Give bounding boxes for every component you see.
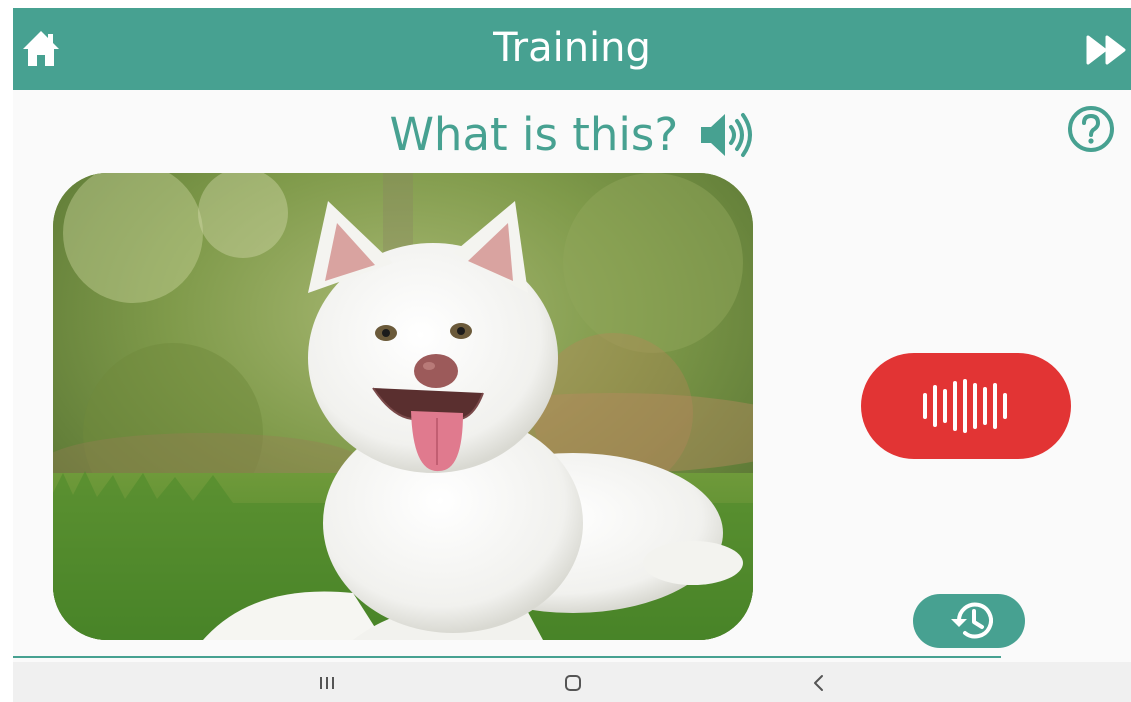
- record-button[interactable]: [861, 353, 1071, 459]
- system-nav-bar: [13, 662, 1131, 702]
- fast-forward-icon: [1086, 35, 1126, 65]
- recent-apps-button[interactable]: [312, 670, 342, 696]
- header-bar: Training: [13, 8, 1131, 90]
- question-image: [53, 173, 753, 640]
- help-circle-icon: [1068, 106, 1114, 152]
- history-icon: [951, 602, 993, 639]
- recent-apps-icon: [320, 677, 334, 689]
- question-row: What is this?: [13, 104, 1131, 161]
- help-button[interactable]: [1067, 105, 1115, 153]
- divider-line: [13, 656, 1001, 658]
- skip-button[interactable]: [1085, 34, 1127, 66]
- dog-photo: [53, 173, 753, 640]
- back-button[interactable]: [804, 670, 834, 696]
- speaker-icon: [700, 113, 752, 157]
- page-title: Training: [493, 25, 651, 71]
- nav-home-icon: [565, 675, 581, 691]
- app-screen: Training What is this?: [13, 8, 1131, 702]
- question-text: What is this?: [389, 108, 679, 161]
- nav-home-button[interactable]: [558, 670, 588, 696]
- voice-waveform-icon: [923, 379, 1007, 433]
- speaker-button[interactable]: [699, 110, 755, 160]
- history-button[interactable]: [913, 594, 1025, 648]
- back-icon: [814, 675, 823, 691]
